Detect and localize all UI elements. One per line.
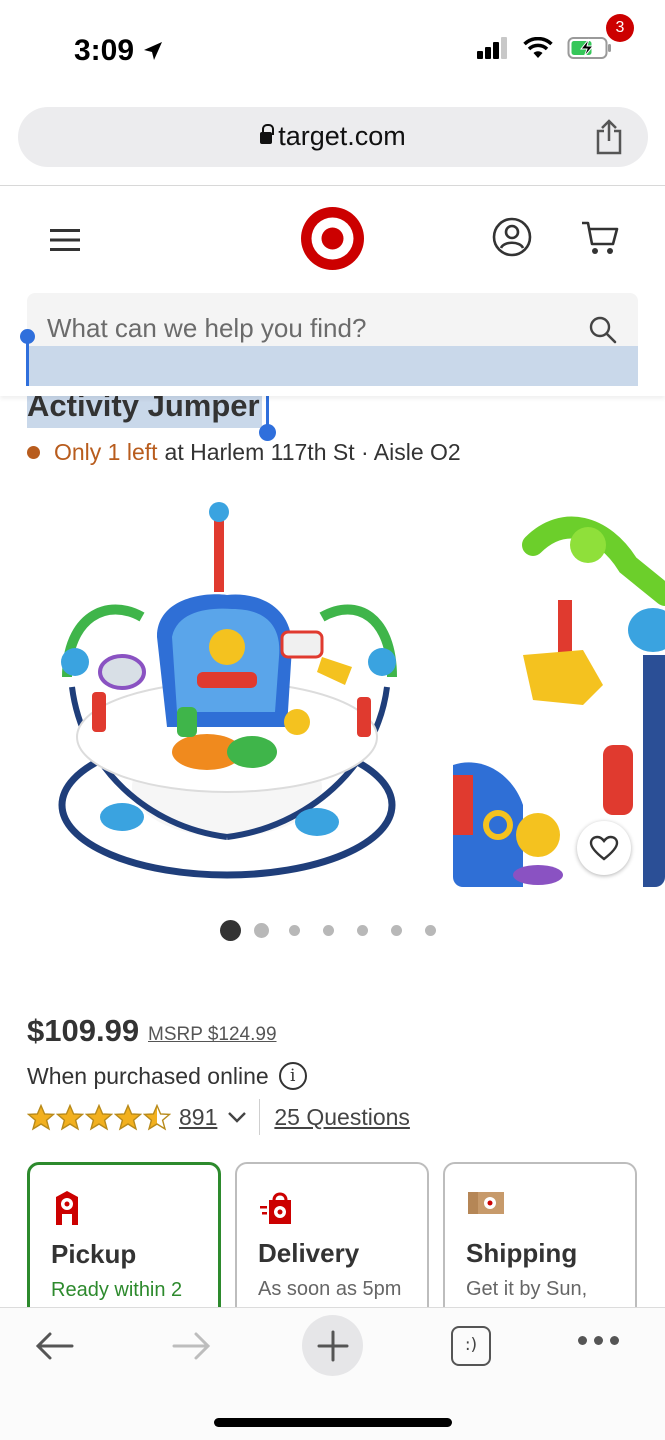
cart-count-badge: 3 [606, 14, 634, 42]
pickup-store-icon [56, 1191, 78, 1225]
favorite-button[interactable] [577, 821, 631, 875]
time-label: 3:09 [74, 34, 135, 67]
location-arrow-icon [144, 42, 163, 60]
delivery-title: Delivery [258, 1238, 360, 1268]
info-icon[interactable]: i [278, 1062, 307, 1090]
carousel-indicator[interactable] [220, 920, 436, 941]
carousel-dot[interactable] [254, 923, 269, 938]
shipping-title: Shipping [466, 1238, 578, 1268]
stock-location: at Harlem 117th St · Aisle O2 [164, 439, 461, 465]
carousel-dot[interactable] [323, 925, 334, 936]
product-image-main[interactable] [27, 487, 442, 892]
tabs-button[interactable]: :) [451, 1326, 491, 1366]
forward-arrow-icon[interactable] [172, 1330, 212, 1362]
fulfillment-card-pickup[interactable]: Pickup Ready within 2 [27, 1162, 221, 1322]
status-bar: 3:09 [0, 0, 665, 100]
rating-row: 891 25 Questions [27, 1099, 410, 1135]
star-icon [56, 1103, 84, 1131]
selection-start-knob[interactable] [20, 329, 35, 344]
price-note-text: When purchased online [27, 1062, 269, 1089]
carousel-dot[interactable] [425, 925, 436, 936]
rating-divider [259, 1099, 261, 1135]
fulfillment-card-delivery[interactable]: Delivery As soon as 5pm [235, 1162, 429, 1322]
more-options-icon[interactable] [578, 1336, 619, 1345]
browser-toolbar: :) [0, 1307, 665, 1440]
back-arrow-icon[interactable] [34, 1330, 74, 1362]
text-selection-highlight [27, 346, 638, 386]
shipping-box-icon [468, 1192, 504, 1214]
lock-icon [260, 124, 275, 144]
home-indicator [214, 1418, 452, 1427]
address-bar[interactable]: target.com [18, 107, 648, 167]
delivery-subtitle: As soon as 5pm [258, 1278, 402, 1300]
status-time: 3:09 [74, 34, 164, 68]
delivery-bag-icon [260, 1192, 291, 1224]
shipping-subtitle: Get it by Sun, [466, 1278, 588, 1300]
new-tab-button[interactable] [302, 1315, 363, 1376]
heart-icon [589, 835, 619, 861]
rating-stars[interactable] [27, 1103, 171, 1131]
stock-warning: Only 1 left [54, 439, 158, 465]
stock-dot-icon [27, 446, 40, 459]
chevron-down-icon[interactable] [227, 1110, 247, 1124]
star-icon [27, 1103, 55, 1131]
stock-status: Only 1 left at Harlem 117th St · Aisle O… [27, 439, 461, 466]
carousel-dot[interactable] [391, 925, 402, 936]
site-header [0, 186, 665, 396]
plus-icon [317, 1330, 348, 1361]
cart-icon[interactable] [580, 220, 620, 256]
hamburger-menu-icon[interactable] [50, 228, 80, 252]
carousel-dot[interactable] [289, 925, 300, 936]
selection-end-knob[interactable] [259, 424, 276, 441]
questions-link[interactable]: 25 Questions [274, 1104, 410, 1131]
search-input[interactable] [47, 313, 567, 344]
url-display[interactable]: target.com [18, 121, 648, 152]
url-text: target.com [278, 121, 406, 151]
carousel-dot-active[interactable] [220, 920, 241, 941]
search-icon[interactable] [588, 315, 618, 345]
cellular-signal-icon [477, 37, 507, 59]
msrp-link[interactable]: MSRP $124.99 [148, 1024, 277, 1046]
account-icon[interactable] [492, 217, 532, 257]
star-icon [143, 1103, 171, 1131]
share-icon[interactable] [594, 119, 624, 155]
jumper-closeup-illustration [453, 505, 665, 887]
wifi-icon [523, 37, 553, 58]
battery-charging-icon [567, 37, 611, 59]
carousel-dot[interactable] [357, 925, 368, 936]
fulfillment-card-shipping[interactable]: Shipping Get it by Sun, [443, 1162, 637, 1322]
status-icons [477, 36, 613, 60]
pickup-title: Pickup [51, 1239, 137, 1269]
product-price: $109.99 [27, 1013, 140, 1048]
price-note: When purchased online i [27, 1062, 307, 1090]
star-icon [85, 1103, 113, 1131]
pickup-subtitle: Ready within 2 [51, 1279, 183, 1301]
review-count-link[interactable]: 891 [179, 1104, 217, 1131]
target-logo-icon[interactable] [301, 207, 364, 270]
star-icon [114, 1103, 142, 1131]
product-image-secondary[interactable] [453, 505, 665, 887]
